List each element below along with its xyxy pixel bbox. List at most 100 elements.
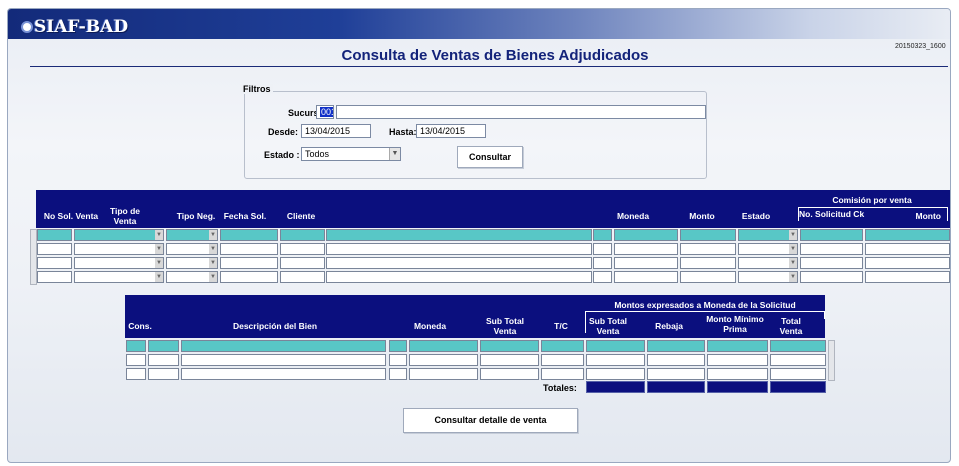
detail-grid-cell[interactable] xyxy=(409,340,478,352)
detail-grid-cell[interactable] xyxy=(707,340,768,352)
sales-grid-cell[interactable] xyxy=(614,271,678,283)
detail-grid-cell[interactable] xyxy=(770,368,826,380)
sales-grid-cell[interactable] xyxy=(37,257,72,269)
detail-grid-cell[interactable] xyxy=(541,368,584,380)
detail-grid-cell[interactable] xyxy=(148,340,179,352)
detail-grid-cell[interactable] xyxy=(586,340,645,352)
sales-grid-cell[interactable] xyxy=(865,229,950,241)
detail-grid-cell[interactable] xyxy=(770,354,826,366)
detail-grid-cell[interactable] xyxy=(586,354,645,366)
sucursal-name-input[interactable] xyxy=(336,105,706,119)
sales-grid-cell[interactable] xyxy=(280,257,325,269)
sales-grid-cell[interactable] xyxy=(326,229,592,241)
sales-grid-cell[interactable] xyxy=(593,243,612,255)
chevron-down-icon[interactable]: ▼ xyxy=(155,258,163,268)
sales-grid-cell[interactable]: ▼ xyxy=(738,243,798,255)
detail-grid-cell[interactable] xyxy=(647,354,705,366)
sales-grid-cell[interactable]: ▼ xyxy=(738,271,798,283)
sales-grid-cell[interactable] xyxy=(280,271,325,283)
sales-grid-cell[interactable] xyxy=(220,257,278,269)
sales-grid-cell[interactable] xyxy=(614,243,678,255)
sales-grid-cell[interactable] xyxy=(614,257,678,269)
detail-grid-cell[interactable] xyxy=(480,368,539,380)
sales-grid-cell[interactable] xyxy=(680,257,736,269)
chevron-down-icon[interactable]: ▼ xyxy=(155,244,163,254)
detail-grid-cell[interactable] xyxy=(770,340,826,352)
sales-grid-cell[interactable] xyxy=(326,257,592,269)
sales-grid-cell[interactable] xyxy=(280,229,325,241)
sales-grid-cell[interactable] xyxy=(800,243,863,255)
desde-date-input[interactable]: 13/04/2015 xyxy=(301,124,371,138)
sales-grid-cell[interactable]: ▼ xyxy=(166,243,218,255)
sales-grid-cell[interactable] xyxy=(37,243,72,255)
chevron-down-icon[interactable]: ▼ xyxy=(155,272,163,282)
chevron-down-icon[interactable]: ▼ xyxy=(155,230,163,240)
estado-select[interactable]: Todos ▼ xyxy=(301,147,401,161)
sales-grid-cell[interactable]: ▼ xyxy=(738,257,798,269)
sales-grid-scrollbar[interactable] xyxy=(30,229,37,285)
sales-grid-cell[interactable] xyxy=(593,271,612,283)
detail-grid-cell[interactable] xyxy=(389,354,407,366)
sales-grid-cell[interactable] xyxy=(37,271,72,283)
chevron-down-icon[interactable]: ▼ xyxy=(789,272,797,282)
detail-grid-cell[interactable] xyxy=(181,340,386,352)
sales-grid-cell[interactable]: ▼ xyxy=(166,229,218,241)
sales-grid-cell[interactable] xyxy=(680,229,736,241)
detail-grid-cell[interactable] xyxy=(480,340,539,352)
sales-grid-cell[interactable] xyxy=(280,243,325,255)
chevron-down-icon[interactable]: ▼ xyxy=(789,230,797,240)
sales-grid-cell[interactable] xyxy=(593,229,612,241)
sales-grid-cell[interactable]: ▼ xyxy=(74,243,164,255)
chevron-down-icon[interactable]: ▼ xyxy=(209,244,217,254)
detail-grid-cell[interactable] xyxy=(148,368,179,380)
sales-grid-cell[interactable] xyxy=(680,243,736,255)
detail-grid-cell[interactable] xyxy=(126,354,146,366)
detail-grid-cell[interactable] xyxy=(586,368,645,380)
detail-grid-cell[interactable] xyxy=(541,340,584,352)
consultar-button[interactable]: Consultar xyxy=(457,146,523,168)
sales-grid-cell[interactable] xyxy=(326,271,592,283)
detail-grid-cell[interactable] xyxy=(126,340,146,352)
chevron-down-icon[interactable]: ▼ xyxy=(209,258,217,268)
sales-grid-cell[interactable] xyxy=(220,243,278,255)
detail-grid-cell[interactable] xyxy=(409,354,478,366)
sales-grid-cell[interactable]: ▼ xyxy=(74,257,164,269)
detail-grid-cell[interactable] xyxy=(647,368,705,380)
chevron-down-icon[interactable]: ▼ xyxy=(789,258,797,268)
chevron-down-icon[interactable]: ▼ xyxy=(789,244,797,254)
sales-grid-cell[interactable]: ▼ xyxy=(74,229,164,241)
detail-grid-cell[interactable] xyxy=(541,354,584,366)
detail-grid-cell[interactable] xyxy=(389,368,407,380)
chevron-down-icon[interactable]: ▼ xyxy=(209,272,217,282)
detail-grid-scrollbar[interactable] xyxy=(828,340,835,381)
sales-grid-cell[interactable]: ▼ xyxy=(74,271,164,283)
sales-grid-cell[interactable] xyxy=(800,257,863,269)
sales-grid-cell[interactable] xyxy=(865,257,950,269)
sucursal-code-input[interactable]: 001 xyxy=(316,105,334,119)
detail-grid-cell[interactable] xyxy=(181,354,386,366)
chevron-down-icon[interactable]: ▼ xyxy=(389,148,400,160)
sales-grid-cell[interactable] xyxy=(37,229,72,241)
detail-grid-cell[interactable] xyxy=(126,368,146,380)
sales-grid-cell[interactable] xyxy=(800,229,863,241)
sales-grid-cell[interactable] xyxy=(220,271,278,283)
sales-grid-cell[interactable] xyxy=(593,257,612,269)
sales-grid-cell[interactable] xyxy=(865,243,950,255)
detail-grid-cell[interactable] xyxy=(389,340,407,352)
hasta-date-input[interactable]: 13/04/2015 xyxy=(416,124,486,138)
detail-grid-cell[interactable] xyxy=(181,368,386,380)
consultar-detalle-button[interactable]: Consultar detalle de venta xyxy=(403,408,578,433)
sales-grid-cell[interactable] xyxy=(326,243,592,255)
sales-grid-cell[interactable] xyxy=(800,271,863,283)
detail-grid-cell[interactable] xyxy=(148,354,179,366)
detail-grid-cell[interactable] xyxy=(480,354,539,366)
detail-grid-cell[interactable] xyxy=(409,368,478,380)
detail-grid-cell[interactable] xyxy=(647,340,705,352)
sales-grid-cell[interactable] xyxy=(614,229,678,241)
sales-grid-cell[interactable] xyxy=(865,271,950,283)
sales-grid-cell[interactable]: ▼ xyxy=(738,229,798,241)
sales-grid-cell[interactable]: ▼ xyxy=(166,271,218,283)
detail-grid-cell[interactable] xyxy=(707,368,768,380)
chevron-down-icon[interactable]: ▼ xyxy=(209,230,217,240)
sales-grid-cell[interactable] xyxy=(680,271,736,283)
